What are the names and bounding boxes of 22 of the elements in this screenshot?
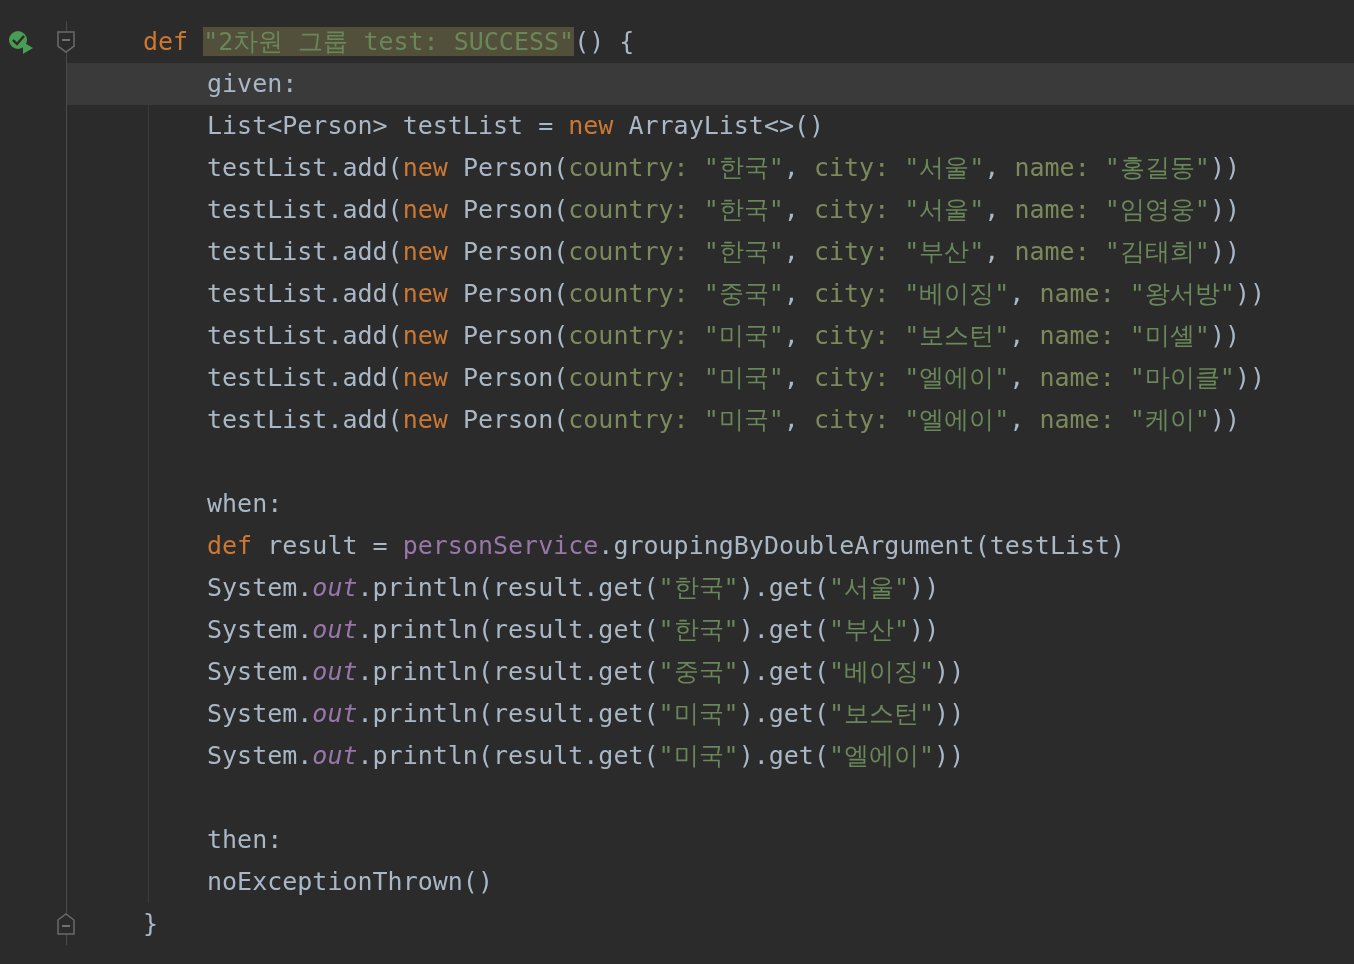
code-line: testList.add(new Person(country: "한국", city: "서울", name: "홍길동")) bbox=[207, 152, 1240, 184]
code-line: testList.add(new Person(country: "미국", city: "엘에이", name: "마이클")) bbox=[207, 362, 1265, 394]
code-line: System.out.println(result.get("미국").get("보스턴")) bbox=[207, 698, 965, 730]
code-line: System.out.println(result.get("한국").get("부산")) bbox=[207, 614, 940, 646]
code-line: System.out.println(result.get("중국").get("베이징")) bbox=[207, 656, 965, 688]
code-line: testList.add(new Person(country: "중국", city: "베이징", name: "왕서방")) bbox=[207, 278, 1265, 310]
fold-icon[interactable] bbox=[57, 913, 75, 935]
run-test-icon[interactable] bbox=[8, 30, 34, 54]
code-line: given: bbox=[207, 68, 298, 100]
code-line: def result = personService.groupingByDoubleArgument(testList) bbox=[207, 530, 1126, 562]
code-line: System.out.println(result.get("한국").get("서울")) bbox=[207, 572, 940, 604]
code-line: testList.add(new Person(country: "미국", city: "보스턴", name: "미셸")) bbox=[207, 320, 1240, 352]
code-line: then: bbox=[207, 824, 283, 856]
code-line: when: bbox=[207, 488, 283, 520]
code-line: } bbox=[143, 908, 159, 940]
code-line: testList.add(new Person(country: "한국", city: "부산", name: "김태희")) bbox=[207, 236, 1240, 268]
code-line: testList.add(new Person(country: "한국", city: "서울", name: "임영웅")) bbox=[207, 194, 1240, 226]
code-line: List<Person> testList = new ArrayList<>() bbox=[207, 110, 825, 142]
code-line: System.out.println(result.get("미국").get("엘에이")) bbox=[207, 740, 965, 772]
code-line: noExceptionThrown() bbox=[207, 866, 493, 898]
code-line: testList.add(new Person(country: "미국", city: "엘에이", name: "케이")) bbox=[207, 404, 1240, 436]
fold-icon[interactable] bbox=[57, 31, 75, 53]
